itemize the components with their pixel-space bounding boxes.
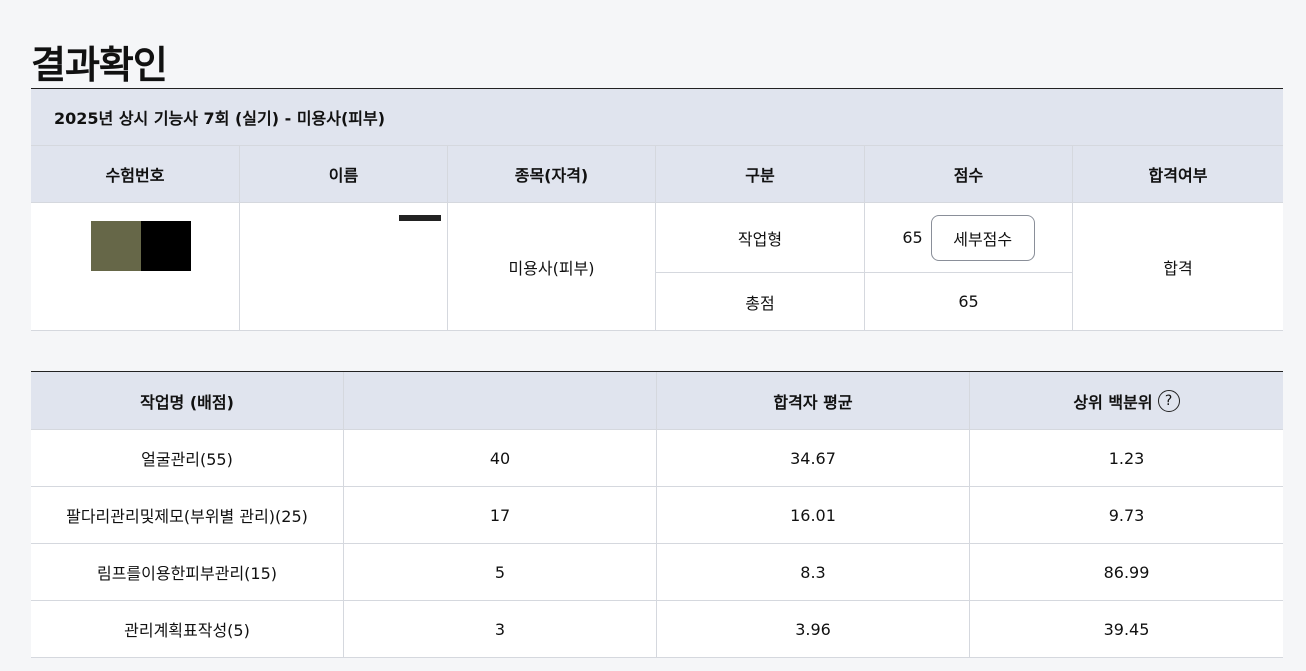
- task-name: 팔다리관리및제모(부위별 관리)(25): [31, 487, 344, 543]
- task-percentile: 86.99: [1103, 562, 1150, 582]
- header-name: 이름: [240, 146, 448, 202]
- task-score: 40: [344, 430, 657, 486]
- task-average: 3.96: [657, 601, 970, 657]
- redaction-block: [141, 221, 191, 271]
- category-cell: 작업형 총점: [656, 203, 865, 330]
- task-average: 8.3: [657, 544, 970, 600]
- page-title: 결과확인: [31, 43, 168, 87]
- header-my-score: [344, 372, 657, 429]
- header-pass-average: 합격자 평균: [657, 372, 970, 429]
- task-percentile: 1.23: [1108, 448, 1145, 468]
- task-average: 16.01: [657, 487, 970, 543]
- table-row: 관리계획표작성(5) 3 3.96 39.45: [31, 601, 1283, 658]
- header-percentile: 상위 백분위 ?: [970, 372, 1283, 429]
- name-cell: [240, 203, 448, 330]
- exam-title: 2025년 상시 기능사 7회 (실기) - 미용사(피부): [31, 89, 1283, 146]
- result-table: 2025년 상시 기능사 7회 (실기) - 미용사(피부) 수험번호 이름 종…: [31, 88, 1283, 331]
- header-score: 점수: [865, 146, 1073, 202]
- task-average: 34.67: [657, 430, 970, 486]
- task-score: 5: [344, 544, 657, 600]
- result-body-row: 미용사(피부) 작업형 총점 65 세부점수 65 합격: [31, 203, 1283, 331]
- task-header-row: 작업명 (배점) 합격자 평균 상위 백분위 ?: [31, 372, 1283, 430]
- task-name: 관리계획표작성(5): [31, 601, 344, 657]
- task-name: 림프를이용한피부관리(15): [31, 544, 344, 600]
- pass-status: 합격: [1163, 258, 1193, 278]
- exam-number-redaction: [91, 221, 191, 271]
- task-percentile: 39.45: [1103, 619, 1150, 639]
- task-score-table: 작업명 (배점) 합격자 평균 상위 백분위 ? 얼굴관리(55) 40 34.…: [31, 371, 1283, 658]
- header-category: 구분: [656, 146, 865, 202]
- help-icon[interactable]: ?: [1157, 389, 1180, 412]
- redaction-block: [91, 221, 141, 271]
- table-row: 얼굴관리(55) 40 34.67 1.23: [31, 430, 1283, 487]
- category-practical: 작업형: [656, 203, 864, 273]
- task-score: 3: [344, 601, 657, 657]
- header-task-name: 작업명 (배점): [31, 372, 344, 429]
- detail-score-button[interactable]: 세부점수: [930, 214, 1035, 261]
- result-header-row: 수험번호 이름 종목(자격) 구분 점수 합격여부: [31, 146, 1283, 203]
- exam-number-cell: [31, 203, 240, 330]
- task-name: 얼굴관리(55): [31, 430, 344, 486]
- total-score: 65: [958, 292, 979, 311]
- practical-score: 65: [902, 228, 923, 247]
- header-percentile-label: 상위 백분위: [1073, 392, 1153, 412]
- category-total: 총점: [745, 293, 775, 313]
- subject-cell: 미용사(피부): [448, 203, 656, 330]
- task-score: 17: [344, 487, 657, 543]
- name-redaction: [399, 215, 441, 221]
- practical-score-row: 65 세부점수: [865, 203, 1072, 273]
- task-percentile: 9.73: [1108, 505, 1145, 525]
- header-pass-status: 합격여부: [1148, 166, 1208, 185]
- table-row: 팔다리관리및제모(부위별 관리)(25) 17 16.01 9.73: [31, 487, 1283, 544]
- header-exam-number: 수험번호: [31, 146, 240, 202]
- header-subject: 종목(자격): [448, 146, 656, 202]
- table-row: 림프를이용한피부관리(15) 5 8.3 86.99: [31, 544, 1283, 601]
- score-cell: 65 세부점수 65: [865, 203, 1073, 330]
